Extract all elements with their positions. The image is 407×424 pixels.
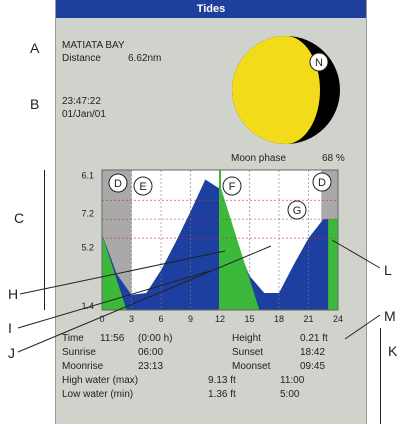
svg-text:E: E	[139, 181, 146, 193]
callout-d: D	[312, 172, 332, 192]
callout-g: G	[287, 200, 307, 220]
high-water-time: 11:00	[280, 375, 305, 386]
chart-callouts: N D E F D G	[108, 52, 332, 220]
time-value: 11:56	[100, 333, 125, 344]
svg-text:G: G	[293, 205, 302, 217]
callout-f: F	[222, 176, 242, 196]
low-water-height: 1.36 ft	[208, 389, 236, 400]
low-water-time: 5:00	[280, 389, 300, 400]
bracket-line-c	[44, 170, 45, 310]
time-offset: (0:00 h)	[138, 333, 173, 344]
bracket-line-k	[380, 328, 381, 424]
high-water-label: High water (max)	[62, 375, 139, 386]
high-water-height: 9.13 ft	[208, 375, 236, 386]
moonrise-value: 23:13	[138, 361, 164, 372]
callout-h: H	[8, 286, 19, 302]
moonrise-label: Moonrise	[62, 361, 104, 372]
moonset-label: Moonset	[232, 361, 271, 372]
moonset-value: 09:45	[300, 361, 326, 372]
callout-n: N	[309, 52, 329, 72]
sunset-label: Sunset	[232, 347, 264, 358]
time-label: Time	[62, 333, 84, 344]
sunrise-value: 06:00	[138, 347, 164, 358]
sunset-value: 18:42	[300, 347, 326, 358]
low-water-label: Low water (min)	[62, 389, 134, 400]
tides-screen: Tides MATIATA BAY Distance 6.62nm 23:47:…	[55, 0, 367, 424]
callout-d: D	[108, 173, 128, 193]
svg-text:D: D	[114, 178, 122, 190]
callout-a: A	[30, 40, 40, 56]
svg-text:D: D	[318, 177, 326, 189]
svg-text:F: F	[229, 181, 236, 193]
height-label: Height	[232, 333, 261, 344]
callout-j: J	[8, 345, 15, 361]
height-value: 0.21 ft	[300, 333, 328, 344]
callout-l: L	[384, 262, 392, 278]
sunrise-label: Sunrise	[62, 347, 96, 358]
callout-m: M	[384, 308, 396, 324]
callout-b: B	[30, 96, 40, 112]
callout-e: E	[133, 176, 153, 196]
callout-k: K	[388, 343, 398, 359]
callout-c: C	[14, 210, 25, 226]
callout-i: I	[8, 320, 12, 336]
svg-text:N: N	[315, 57, 323, 69]
